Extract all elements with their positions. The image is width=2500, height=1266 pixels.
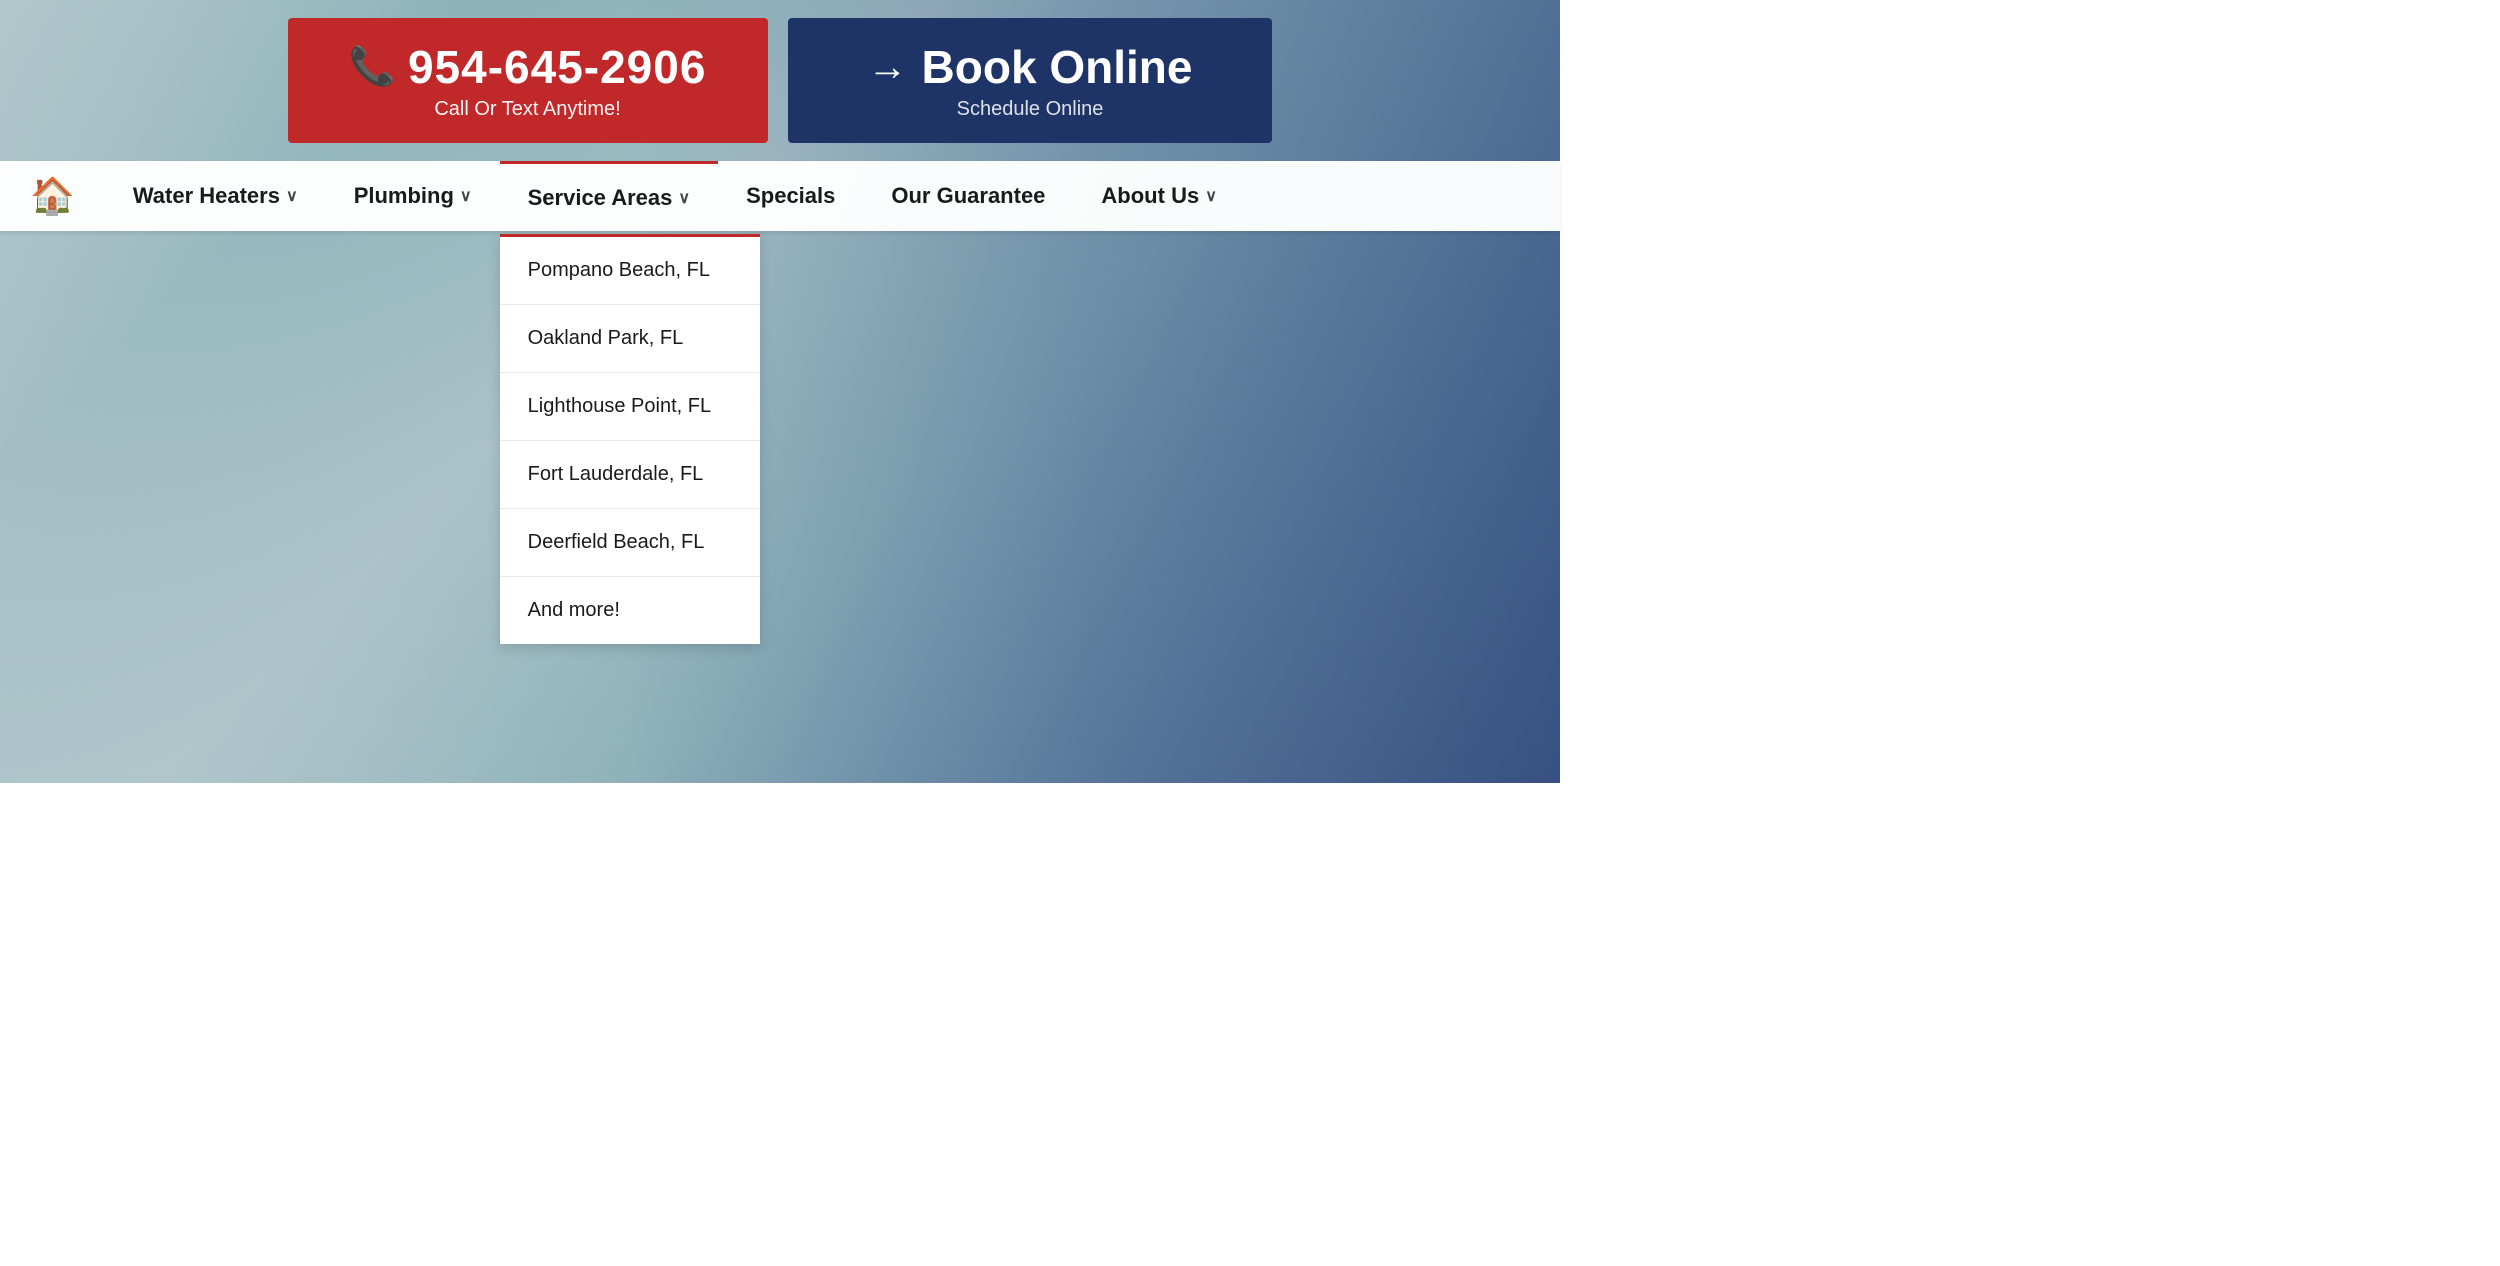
phone-row: 📞 954-645-2906 <box>349 40 707 94</box>
phone-button[interactable]: 📞 954-645-2906 Call Or Text Anytime! <box>288 18 768 143</box>
chevron-down-icon: ∨ <box>678 188 690 208</box>
dropdown-item-pompano[interactable]: Pompano Beach, FL <box>500 237 760 305</box>
nav-label-specials: Specials <box>746 183 835 209</box>
header-top: 📞 954-645-2906 Call Or Text Anytime! → B… <box>0 0 1560 161</box>
nav-label-plumbing: Plumbing <box>354 183 454 209</box>
book-title: Book Online <box>922 40 1193 94</box>
hero-content <box>0 231 1560 731</box>
dropdown-item-and-more[interactable]: And more! <box>500 577 760 644</box>
phone-number: 954-645-2906 <box>408 40 706 94</box>
nav-label-water-heaters: Water Heaters <box>133 183 280 209</box>
phone-icon: 📞 <box>349 45 396 89</box>
book-online-button[interactable]: → Book Online Schedule Online <box>788 18 1273 143</box>
dropdown-item-fort-lauderdale[interactable]: Fort Lauderdale, FL <box>500 441 760 509</box>
phone-subtext: Call Or Text Anytime! <box>434 98 620 121</box>
dropdown-item-oakland[interactable]: Oakland Park, FL <box>500 305 760 373</box>
nav-label-service-areas: Service Areas <box>528 185 673 211</box>
nav-label-our-guarantee: Our Guarantee <box>891 183 1045 209</box>
nav-item-water-heaters[interactable]: Water Heaters ∨ <box>105 161 326 231</box>
arrow-icon: → <box>868 45 908 90</box>
nav-items: Water Heaters ∨ Plumbing ∨ Service Areas… <box>105 161 1530 231</box>
dropdown-item-deerfield[interactable]: Deerfield Beach, FL <box>500 509 760 577</box>
service-areas-dropdown: Pompano Beach, FL Oakland Park, FL Light… <box>500 234 760 644</box>
nav-item-specials[interactable]: Specials <box>718 161 863 231</box>
nav-item-about-us[interactable]: About Us ∨ <box>1073 161 1244 231</box>
nav-item-service-areas[interactable]: Service Areas ∨ Pompano Beach, FL Oaklan… <box>500 161 718 231</box>
page-wrapper: 📞 954-645-2906 Call Or Text Anytime! → B… <box>0 0 1560 731</box>
nav-item-our-guarantee[interactable]: Our Guarantee <box>863 161 1073 231</box>
dropdown-item-lighthouse[interactable]: Lighthouse Point, FL <box>500 373 760 441</box>
chevron-down-icon: ∨ <box>460 186 472 206</box>
nav-item-plumbing[interactable]: Plumbing ∨ <box>326 161 500 231</box>
chevron-down-icon: ∨ <box>1205 186 1217 206</box>
book-row: → Book Online <box>868 40 1193 94</box>
home-icon[interactable]: 🏠 <box>30 175 75 217</box>
book-subtext: Schedule Online <box>957 98 1104 121</box>
nav-label-about-us: About Us <box>1101 183 1199 209</box>
navbar: 🏠 Water Heaters ∨ Plumbing ∨ Service Are… <box>0 161 1560 231</box>
chevron-down-icon: ∨ <box>286 186 298 206</box>
